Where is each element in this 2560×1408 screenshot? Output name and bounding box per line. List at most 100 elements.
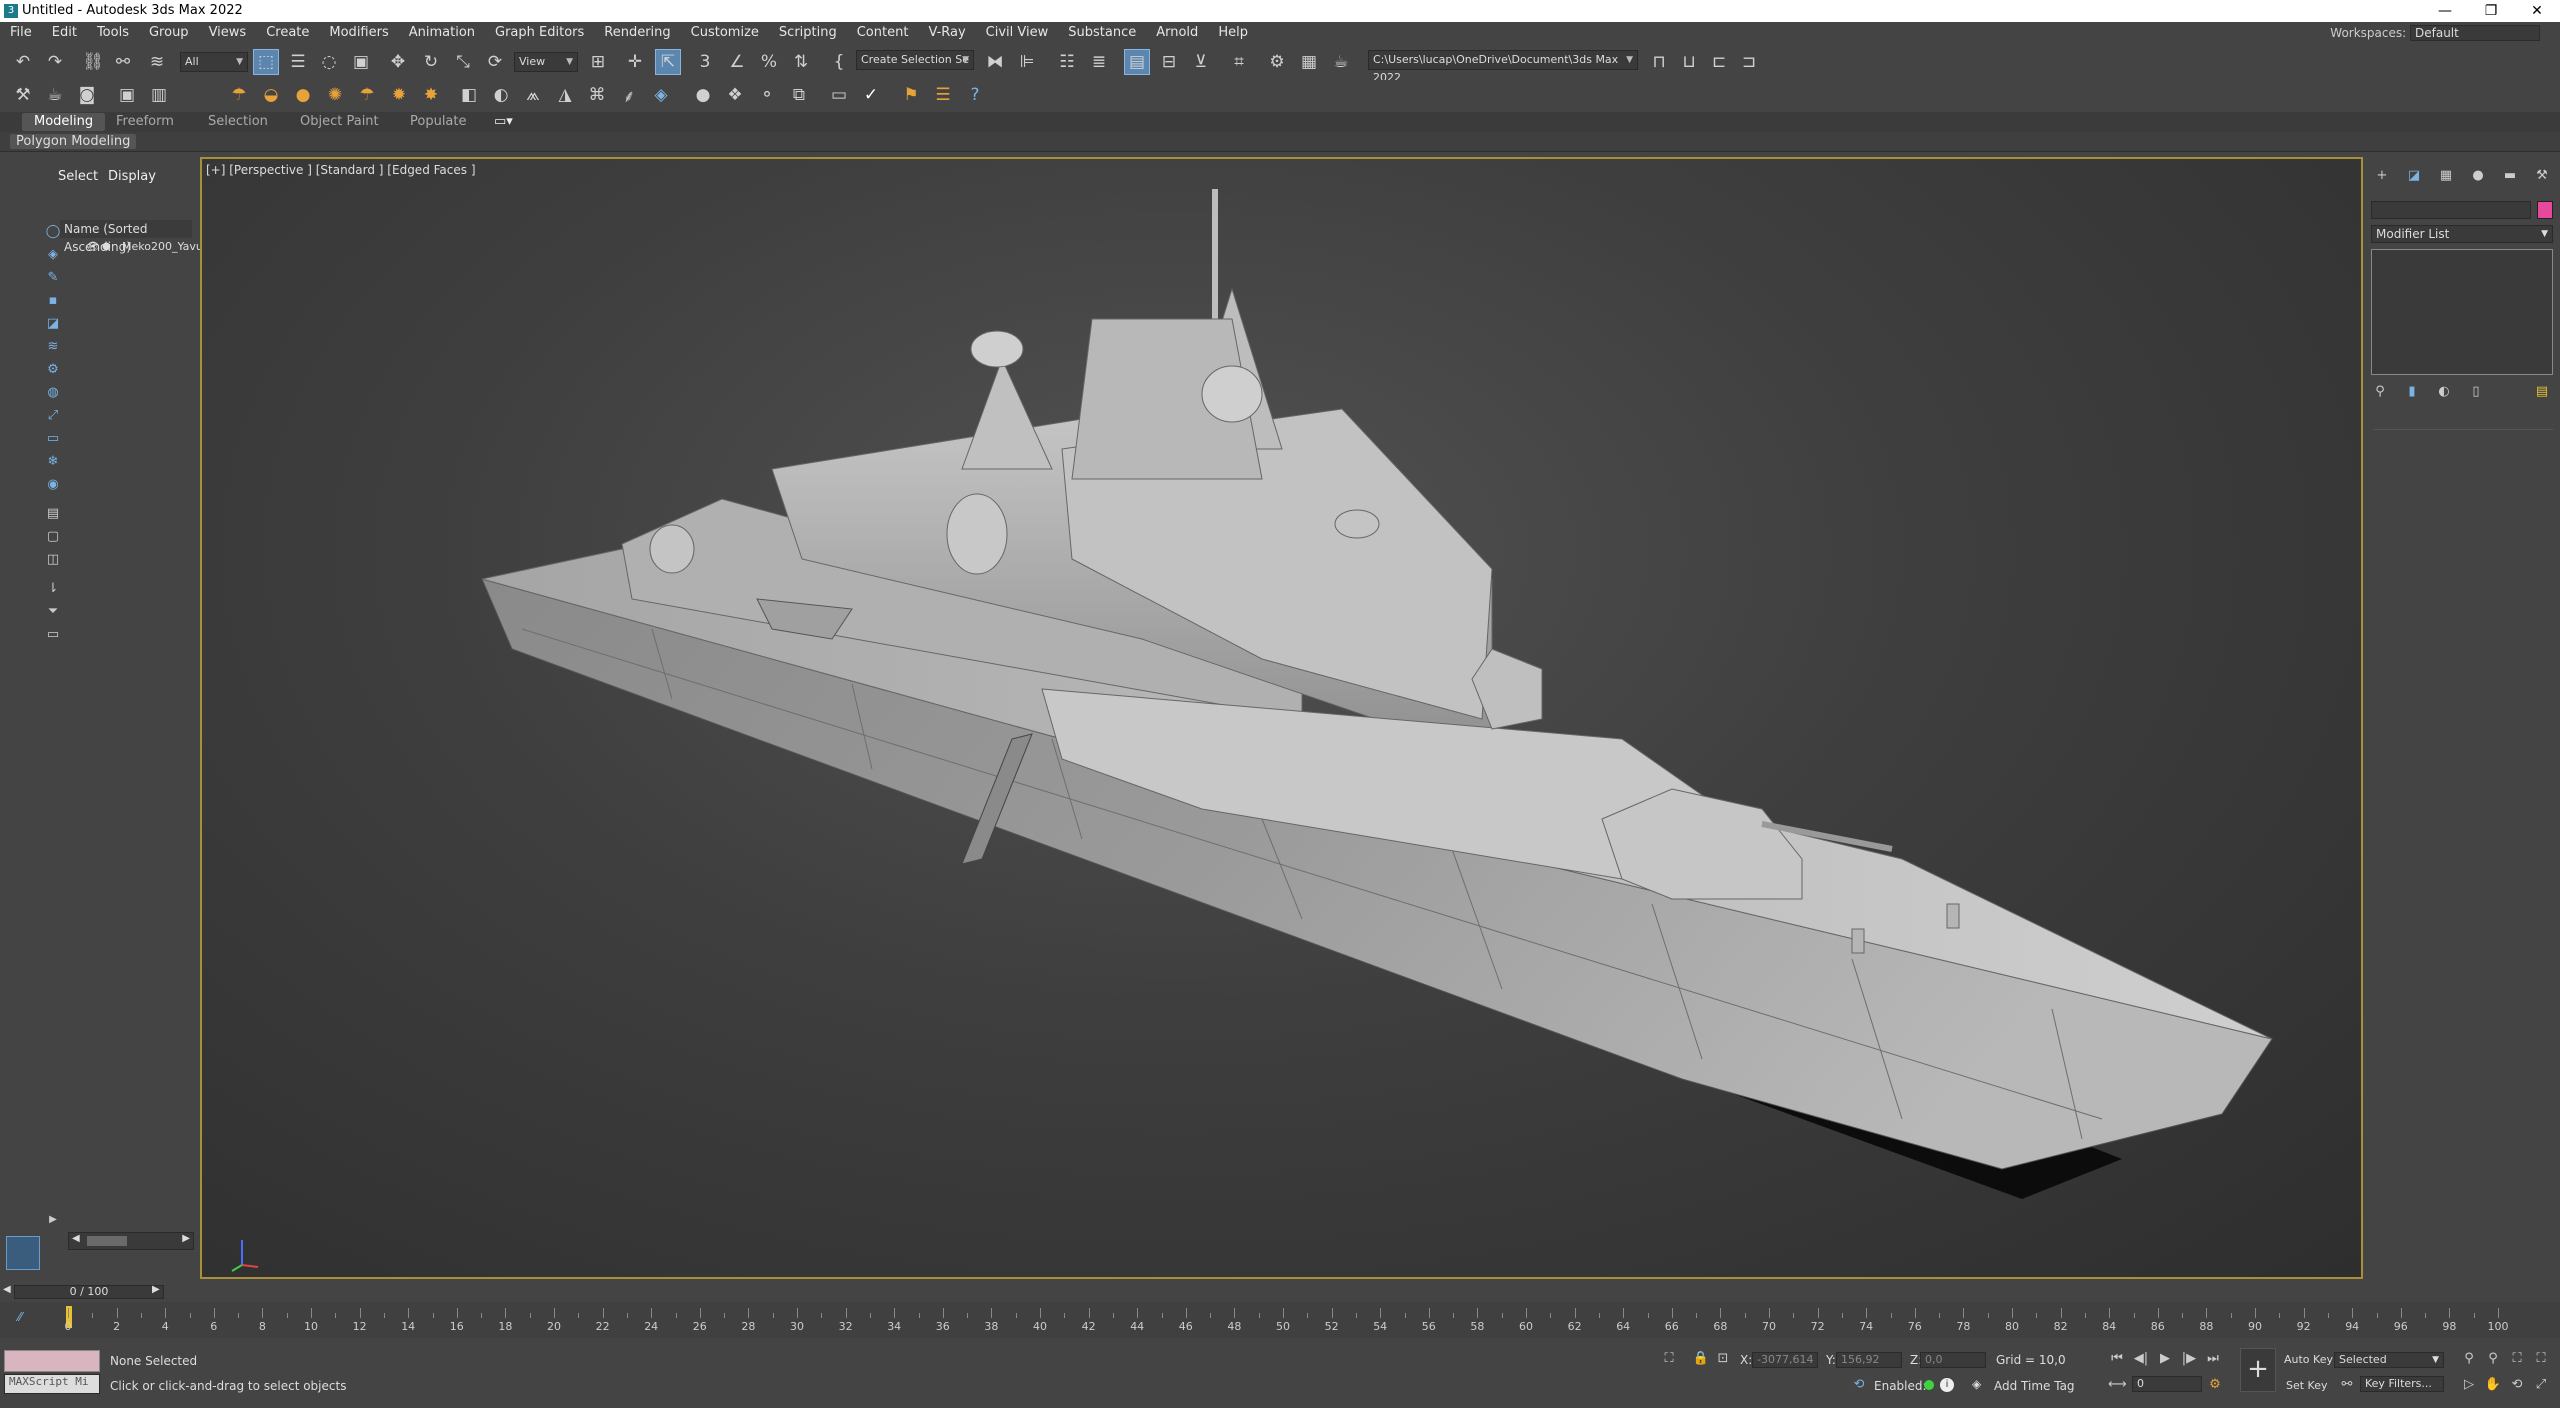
modify-panel-icon[interactable]: ◪ (2405, 167, 2423, 185)
light-mesh-icon[interactable]: ☂ (354, 82, 380, 108)
perspective-viewport[interactable]: [+] [Perspective ] [Standard ] [Edged Fa… (200, 157, 2363, 1279)
light-dome-icon[interactable]: ✺ (322, 82, 348, 108)
named-selection-dropdown[interactable]: Create Selection Se ▼ (856, 50, 974, 70)
polygon-modeling-panel[interactable]: Polygon Modeling (10, 134, 137, 149)
bind-space-warp-icon[interactable]: ≋ (144, 49, 170, 75)
select-by-name-icon[interactable]: ☰ (285, 49, 311, 75)
adaptive-degradation-icon[interactable]: ⟲ (1850, 1376, 1868, 1394)
visibility-eye-icon[interactable]: 👁 (86, 238, 100, 256)
key-filters-icon[interactable]: ⚯ (2338, 1376, 2356, 1394)
display-none-icon[interactable]: ▢ (43, 527, 63, 547)
light-spot-icon[interactable]: ◒ (258, 82, 284, 108)
vray-logo-icon[interactable]: ✓ (858, 82, 884, 108)
selection-filter-dropdown[interactable]: All ▼ (180, 52, 248, 72)
ribbon-options-icon[interactable]: ▭▾ (482, 113, 525, 131)
vray-fur-icon[interactable]: ⩕ (520, 82, 546, 108)
y-coordinate-field[interactable]: 156,92 (1836, 1352, 1902, 1368)
render-setup-icon[interactable]: ⚙ (1264, 49, 1290, 75)
display-lights-icon[interactable]: ✎ (43, 268, 63, 288)
angle-snap-icon[interactable]: ∠ (724, 49, 750, 75)
key-filters-button[interactable]: Key Filters... (2360, 1376, 2444, 1392)
vray-mesh-icon[interactable]: ⌘ (584, 82, 610, 108)
select-scale-icon[interactable]: ⤡ (450, 49, 476, 75)
filter-icon[interactable]: ⏷ (43, 602, 63, 622)
show-end-result-icon[interactable]: ▮ (2403, 383, 2421, 401)
menu-file[interactable]: File (0, 22, 42, 44)
pan-view-icon[interactable]: ✋ (2484, 1376, 2502, 1394)
camera-icon[interactable]: ◙ (74, 82, 100, 108)
selection-region-icon[interactable]: ◌ (316, 49, 342, 75)
maximize-button[interactable]: ❐ (2468, 0, 2514, 22)
window-crossing-icon[interactable]: ▣ (348, 49, 374, 75)
display-cameras-icon[interactable]: ▪ (43, 291, 63, 311)
scene-explorer-toggle-icon[interactable]: ☷ (1054, 49, 1080, 75)
help-icon[interactable]: ? (962, 82, 988, 108)
cylinder-icon[interactable]: ▥ (146, 82, 172, 108)
display-bones-icon[interactable]: ⤢ (43, 406, 63, 426)
modifier-list-dropdown[interactable]: Modifier List ▼ (2371, 225, 2553, 243)
menu-create[interactable]: Create (256, 22, 319, 44)
snaps-toggle-icon[interactable]: 3 (692, 49, 718, 75)
menu-customize[interactable]: Customize (681, 22, 769, 44)
menu-help[interactable]: Help (1208, 22, 1258, 44)
vray-grass-icon[interactable]: ⸙ (616, 82, 642, 108)
tab-object-paint[interactable]: Object Paint (288, 113, 391, 131)
previous-frame-icon[interactable]: ◀| (2132, 1350, 2150, 1368)
open-folder-icon[interactable]: ⊔ (1676, 49, 1702, 75)
tab-select[interactable]: Select (58, 169, 98, 184)
add-time-tag[interactable]: Add Time Tag (1994, 1379, 2075, 1393)
keyboard-shortcut-override-icon[interactable]: ⇱ (655, 49, 681, 75)
track-bar[interactable]: ⁄⁄ 0 2 4 6 8 10 12 14 16 18 20 22 24 26 28 30 32 34 36 38 40… (0, 1302, 2560, 1338)
undo-icon[interactable]: ↶ (10, 49, 36, 75)
current-frame-field[interactable]: 0 (2132, 1376, 2202, 1392)
minimize-button[interactable]: — (2422, 0, 2468, 22)
select-manipulate-icon[interactable]: ✛ (622, 49, 648, 75)
spinner-snap-icon[interactable]: ⇅ (788, 49, 814, 75)
select-object-icon[interactable]: ⬚ (253, 49, 279, 75)
menu-substance[interactable]: Substance (1058, 22, 1146, 44)
tab-display[interactable]: Display (108, 169, 156, 184)
display-shapes-icon[interactable]: ◈ (43, 245, 63, 265)
menu-views[interactable]: Views (199, 22, 257, 44)
go-to-start-icon[interactable]: ⏮ (2108, 1350, 2126, 1368)
align-icon[interactable]: ⊫ (1014, 49, 1040, 75)
time-tag-icon[interactable]: ◈ (1972, 1377, 1981, 1391)
redo-icon[interactable]: ↷ (42, 49, 68, 75)
display-containers-icon[interactable]: ▭ (43, 429, 63, 449)
close-button[interactable]: ✕ (2514, 0, 2560, 22)
next-frame-icon[interactable]: |▶ (2180, 1350, 2198, 1368)
material-editor-icon[interactable]: ⌗ (1226, 49, 1252, 75)
percent-snap-icon[interactable]: % (756, 49, 782, 75)
explorer-horizontal-scrollbar[interactable]: ◀ ▶ (68, 1232, 194, 1250)
vray-frame-buffer-icon[interactable]: ▭ (826, 82, 852, 108)
selection-lock-icon[interactable]: 🔒 (1692, 1350, 1710, 1368)
play-icon[interactable]: ▶ (2156, 1350, 2174, 1368)
mirror-icon[interactable]: ⧓ (982, 49, 1008, 75)
select-place-icon[interactable]: ⟳ (482, 49, 508, 75)
menu-graph-editors[interactable]: Graph Editors (485, 22, 594, 44)
object-color-swatch[interactable] (2537, 201, 2553, 219)
set-project-icon[interactable]: ⊏ (1706, 49, 1732, 75)
zoom-extents-icon[interactable]: ⛶ (2508, 1350, 2526, 1368)
pivot-center-icon[interactable]: ⊞ (585, 49, 611, 75)
schematic-view-icon[interactable]: ⊻ (1188, 49, 1214, 75)
create-panel-icon[interactable]: + (2373, 167, 2391, 185)
configure-modifier-sets-icon[interactable]: ▤ (2533, 383, 2551, 401)
zoom-icon[interactable]: ⚲ (2460, 1350, 2478, 1368)
auto-key-button[interactable]: Auto Key (2284, 1353, 2333, 1366)
zoom-extents-all-icon[interactable]: ⛶ (2532, 1350, 2550, 1368)
layer-explorer-toggle[interactable] (6, 1236, 40, 1270)
display-panel-icon[interactable]: ▬ (2501, 167, 2519, 185)
menu-group[interactable]: Group (139, 22, 199, 44)
material-sphere-icon[interactable]: ● (690, 82, 716, 108)
go-to-end-icon[interactable]: ⏭ (2204, 1350, 2222, 1368)
light-sun-icon[interactable]: ✹ (386, 82, 412, 108)
project-path-dropdown[interactable]: C:\Users\lucap\OneDrive\Document\3ds Max… (1368, 50, 1638, 84)
info-icon[interactable]: i (1940, 1378, 1954, 1392)
light-omni-icon[interactable]: ☂ (226, 82, 252, 108)
project-folder-icon[interactable]: ⊓ (1646, 49, 1672, 75)
remove-modifier-icon[interactable]: ▯ (2467, 383, 2485, 401)
material-browser-icon[interactable]: ❖ (722, 82, 748, 108)
vray-volume-icon[interactable]: ◈ (648, 82, 674, 108)
display-all-icon[interactable]: ▤ (43, 504, 63, 524)
